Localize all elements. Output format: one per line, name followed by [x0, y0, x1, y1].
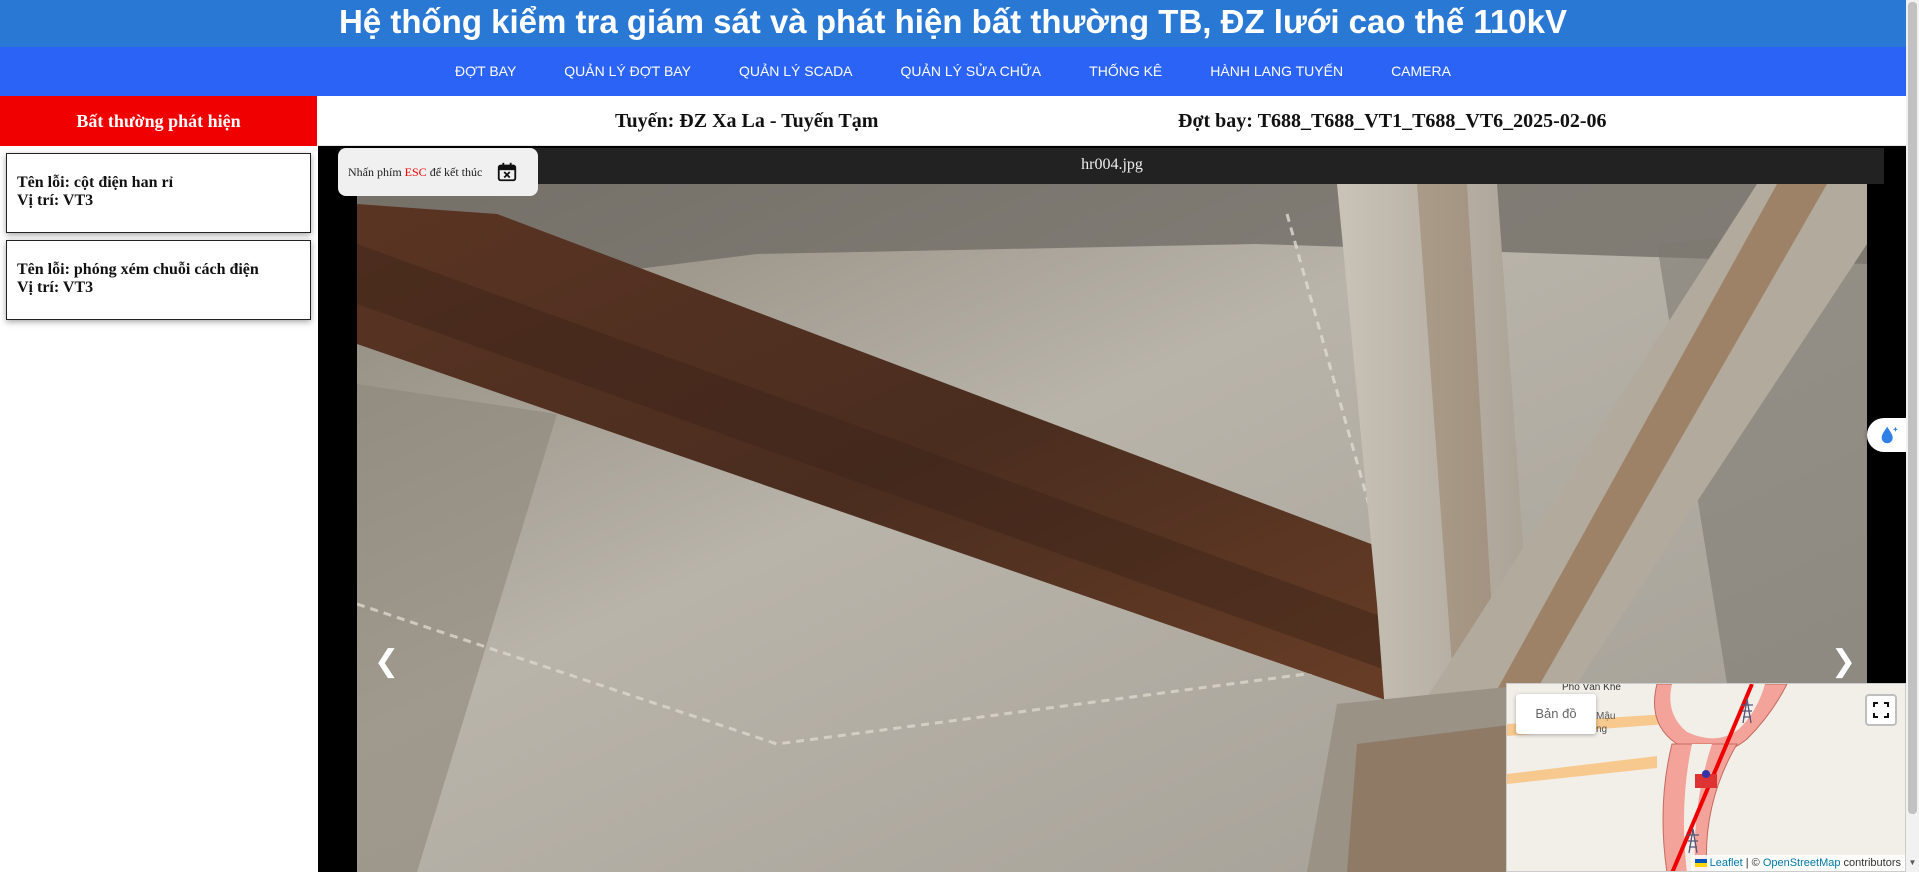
nav-item-quan-ly-scada[interactable]: QUẢN LÝ SCADA: [715, 47, 877, 96]
nav-item-quan-ly-sua-chua[interactable]: QUẢN LÝ SỬA CHỮA: [877, 47, 1066, 96]
esc-hint: Nhấn phím ESC để kết thúc: [338, 148, 538, 196]
app-title: Hệ thống kiểm tra giám sát và phát hiện …: [0, 0, 1906, 47]
esc-hint-prefix: Nhấn phím: [348, 164, 402, 179]
mini-map[interactable]: Phố Văn Khê Mậu ng Bản đồ Leaflet | © Op…: [1506, 683, 1906, 872]
route-header: Tuyến: ĐZ Xa La - Tuyến Tạm Đợt bay: T68…: [318, 96, 1906, 146]
nav-item-camera[interactable]: CAMERA: [1367, 47, 1475, 96]
error-card[interactable]: Tên lỗi: phóng xém chuỗi cách điện Vị tr…: [6, 240, 311, 320]
map-layer-button[interactable]: Bản đồ: [1516, 694, 1596, 734]
map-road-label: Mậu: [1596, 711, 1615, 722]
image-filename: hr004.jpg: [340, 148, 1884, 184]
attribution-separator: | ©: [1742, 857, 1763, 869]
scrollbar-thumb[interactable]: [1908, 2, 1917, 814]
main-nav: ĐỢT BAY QUẢN LÝ ĐỢT BAY QUẢN LÝ SCADA QU…: [0, 47, 1906, 96]
next-image-button[interactable]: ❯: [1831, 642, 1856, 682]
attribution-suffix: contributors: [1840, 857, 1901, 869]
calendar-x-icon[interactable]: [496, 161, 518, 183]
esc-key-label: ESC: [404, 164, 427, 179]
water-drop-button[interactable]: [1867, 418, 1911, 452]
error-position: Vị trí: VT3: [17, 279, 94, 296]
map-road-label: ng: [1596, 724, 1607, 735]
leaflet-link[interactable]: Leaflet: [1710, 857, 1743, 869]
nav-item-dot-bay[interactable]: ĐỢT BAY: [431, 47, 540, 96]
water-drop-icon: [1881, 426, 1898, 444]
error-card[interactable]: Tên lỗi: cột điện han rỉ Vị trí: VT3: [6, 153, 311, 233]
esc-hint-suffix: để kết thúc: [429, 164, 483, 179]
nav-item-thong-ke[interactable]: THỐNG KÊ: [1065, 47, 1186, 96]
error-name: Tên lỗi: phóng xém chuỗi cách điện: [17, 261, 259, 278]
error-position: Vị trí: VT3: [17, 192, 94, 209]
flight-label: Đợt bay: T688_T688_VT1_T688_VT6_2025-02-…: [1178, 110, 1607, 132]
fullscreen-icon: [1873, 702, 1889, 718]
ukraine-flag-icon: [1694, 859, 1707, 868]
nav-item-quan-ly-dot-bay[interactable]: QUẢN LÝ ĐỢT BAY: [540, 47, 715, 96]
map-fullscreen-button[interactable]: [1865, 694, 1897, 726]
map-attribution: Leaflet | © OpenStreetMap contributors: [1690, 855, 1905, 871]
osm-link[interactable]: OpenStreetMap: [1763, 857, 1841, 869]
sidebar-header: Bất thường phát hiện: [0, 96, 317, 146]
error-name: Tên lỗi: cột điện han rỉ: [17, 174, 174, 191]
scroll-down-arrow[interactable]: ▼: [1908, 858, 1917, 868]
prev-image-button[interactable]: ❮: [374, 642, 399, 682]
nav-item-hanh-lang-tuyen[interactable]: HÀNH LANG TUYẾN: [1186, 47, 1367, 96]
map-road-label: Phố Văn Khê: [1562, 684, 1621, 693]
route-label: Tuyến: ĐZ Xa La - Tuyến Tạm: [615, 110, 879, 132]
sidebar: Bất thường phát hiện Tên lỗi: cột điện h…: [0, 96, 317, 872]
